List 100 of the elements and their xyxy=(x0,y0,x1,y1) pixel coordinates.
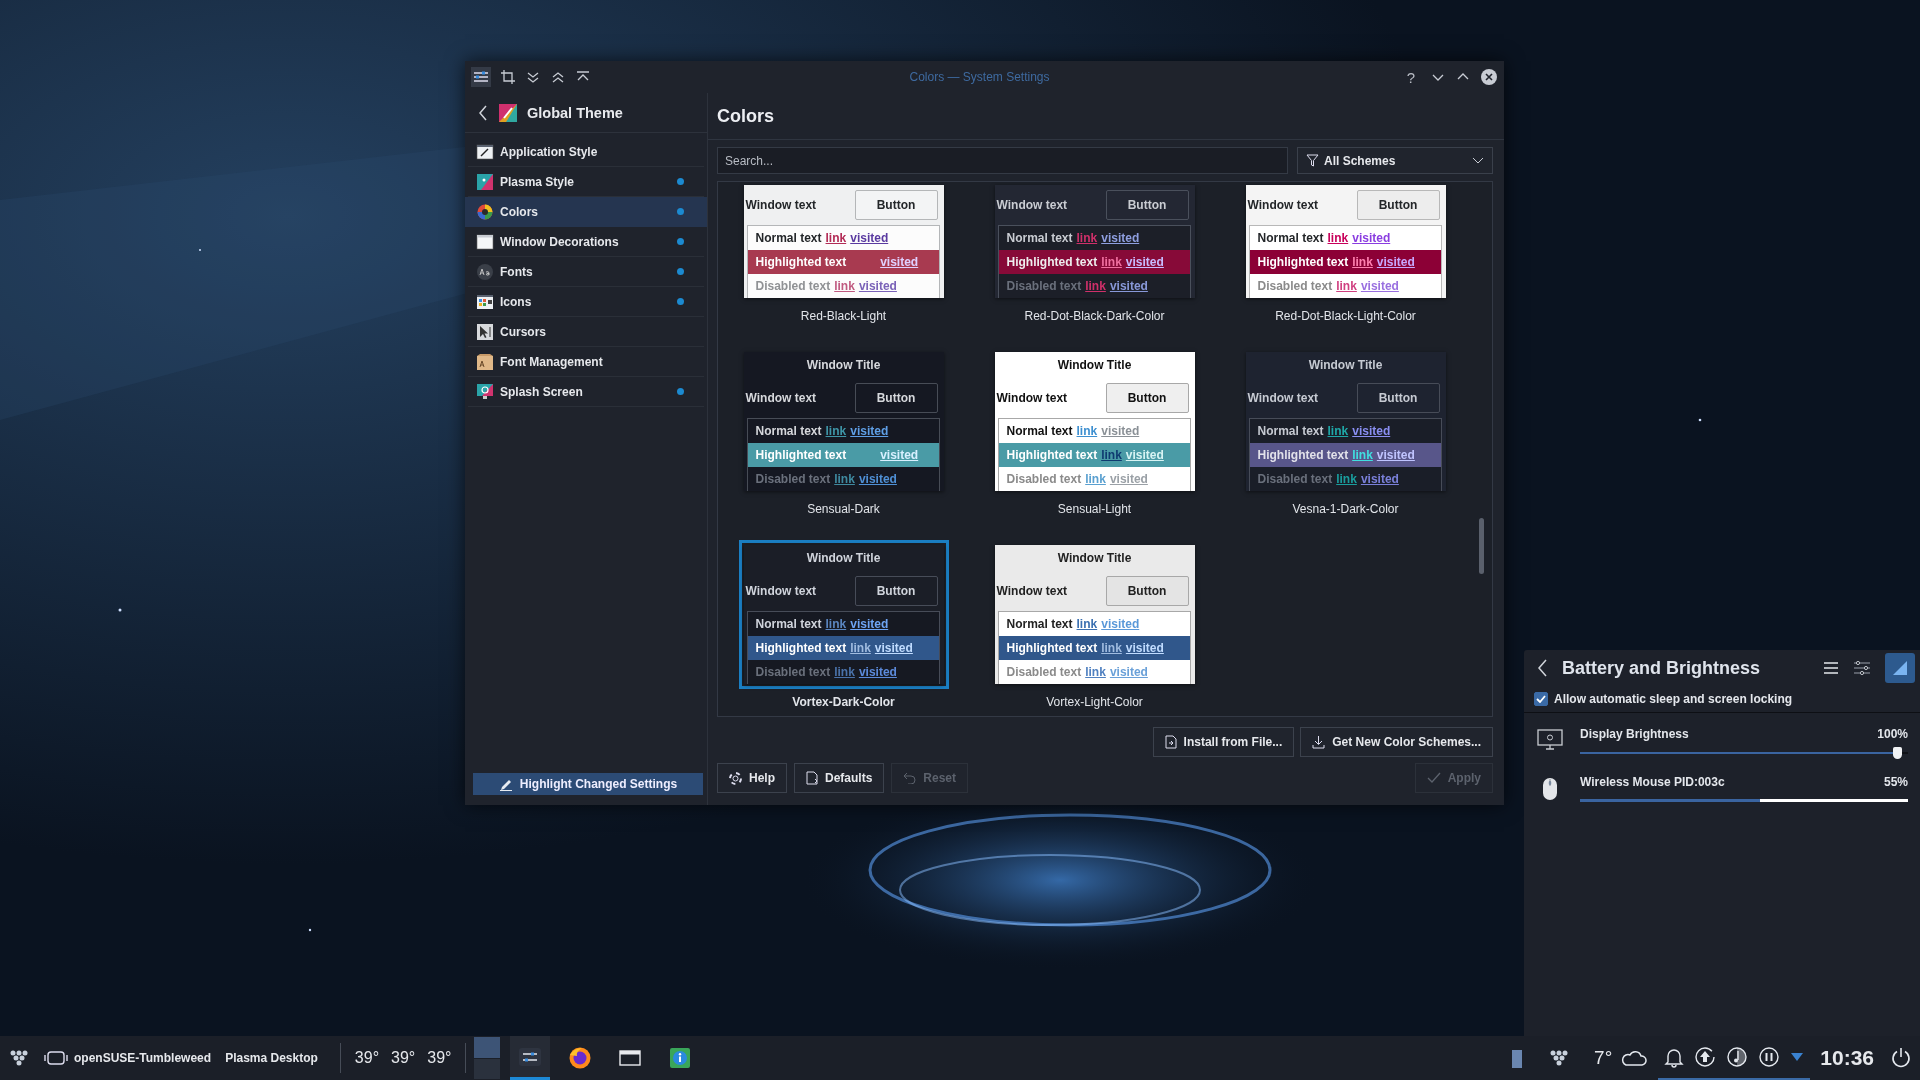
preview-link: link xyxy=(1352,255,1373,269)
defaults-button[interactable]: Defaults xyxy=(794,763,885,793)
crop-icon[interactable] xyxy=(500,69,516,85)
menu-icon[interactable] xyxy=(1823,661,1839,675)
preview-link: link xyxy=(1101,255,1122,269)
preview-disabled-text: Disabled text xyxy=(1257,279,1333,293)
help-button[interactable]: Help xyxy=(717,763,787,793)
preview-highlighted-text: Highlighted text xyxy=(1257,448,1349,462)
cloud-icon[interactable] xyxy=(1620,1048,1649,1068)
help-button[interactable]: ? xyxy=(1401,68,1421,86)
theme-icon xyxy=(498,102,518,123)
back-icon[interactable] xyxy=(477,103,489,122)
sidebar-item[interactable]: Cursors xyxy=(468,317,704,347)
bell-icon[interactable] xyxy=(1664,1046,1685,1068)
activity-label[interactable]: Plasma Desktop xyxy=(225,1051,318,1065)
task-button[interactable] xyxy=(510,1036,551,1080)
device-reading: 55% xyxy=(1883,775,1908,789)
host-label[interactable]: openSUSE-Tumbleweed xyxy=(74,1051,212,1065)
preview-visited-link: visited xyxy=(1125,641,1164,655)
preview-link: link xyxy=(1336,279,1357,293)
launcher-icon[interactable] xyxy=(8,1049,30,1067)
weather-temperature[interactable]: 7° xyxy=(1594,1047,1613,1069)
get-new-schemes-button[interactable]: Get New Color Schemes... xyxy=(1300,727,1493,757)
preview-visited-link: visited xyxy=(880,448,919,462)
preview-window-text: Window text xyxy=(745,584,817,598)
window-frame-icon[interactable] xyxy=(44,1050,68,1066)
preview-window-title: Window Title xyxy=(994,352,1195,378)
scheme-name: Red-Black-Light xyxy=(800,308,887,325)
scheme-name: Sensual-Dark xyxy=(807,501,880,518)
scheme-name: Vortex-Dark-Color xyxy=(792,694,895,711)
device-name: Wireless Mouse PID:003c xyxy=(1580,775,1725,789)
preview-visited-link: visited xyxy=(850,231,889,245)
preview-disabled-text: Disabled text xyxy=(1006,665,1082,679)
preview-visited-link: visited xyxy=(1101,617,1140,631)
checkmark-icon xyxy=(1536,695,1546,703)
preview-link: link xyxy=(1101,448,1122,462)
preview-visited-link: visited xyxy=(1125,255,1164,269)
pin-button[interactable] xyxy=(1885,653,1915,683)
category-icon xyxy=(476,142,494,161)
preview-normal-text: Normal text xyxy=(1006,424,1073,438)
preview-window-text: Window text xyxy=(745,391,817,405)
sidebar-header: Global Theme xyxy=(527,104,623,121)
highlight-changed-button[interactable]: Highlight Changed Settings xyxy=(473,773,703,795)
preview-link: link xyxy=(825,617,847,631)
preview-link: link xyxy=(1327,231,1349,245)
music-icon[interactable] xyxy=(1726,1046,1749,1068)
preview-button: Button xyxy=(1356,190,1440,220)
sidebar-item[interactable]: Colors xyxy=(465,197,707,227)
preview-normal-text: Normal text xyxy=(1006,231,1073,245)
preview-window-text: Window text xyxy=(996,584,1068,598)
preview-highlighted-text: Highlighted text xyxy=(755,448,847,462)
scheme-name: Vesna-1-Dark-Color xyxy=(1292,501,1399,518)
sidebar-item[interactable]: Window Decorations xyxy=(468,227,704,257)
close-icon[interactable] xyxy=(1480,68,1498,86)
clock[interactable]: 10:36 xyxy=(1820,1046,1874,1070)
download-icon xyxy=(1312,735,1326,749)
preview-visited-link: visited xyxy=(1360,472,1399,486)
preview-link: link xyxy=(834,665,855,679)
preview-visited-link: visited xyxy=(1376,448,1415,462)
sidebar-item[interactable]: Application Style xyxy=(468,137,704,167)
scrollbar[interactable] xyxy=(1479,518,1484,574)
temperature-reading: 39° xyxy=(391,1049,416,1067)
preview-disabled-text: Disabled text xyxy=(1006,472,1082,486)
mouse-icon xyxy=(1542,777,1558,801)
preview-window-text: Window text xyxy=(745,198,817,212)
preview-disabled-text: Disabled text xyxy=(755,472,831,486)
back-icon[interactable] xyxy=(1536,658,1548,678)
preview-highlighted-text: Highlighted text xyxy=(1006,641,1098,655)
preview-link: link xyxy=(834,279,855,293)
preview-button: Button xyxy=(854,576,938,606)
app-icon-button[interactable] xyxy=(471,67,491,87)
desktop-pager-cell[interactable] xyxy=(474,1037,501,1058)
window-title: Colors — System Settings xyxy=(909,70,1050,84)
preview-link: link xyxy=(834,472,855,486)
expand-arrow-icon[interactable] xyxy=(1790,1052,1805,1062)
sidebar-item[interactable]: Font Management xyxy=(468,347,704,377)
preview-window-text: Window text xyxy=(1247,391,1319,405)
sidebar-item[interactable]: Icons xyxy=(468,287,704,317)
pause-icon[interactable] xyxy=(1758,1046,1781,1068)
info-icon xyxy=(669,1047,692,1069)
sidebar-item[interactable]: Splash Screen xyxy=(468,377,704,407)
page-heading: Colors xyxy=(717,105,774,127)
panel-title: Battery and Brightness xyxy=(1562,657,1762,679)
search-field[interactable]: Search... xyxy=(717,147,1288,174)
preview-normal-text: Normal text xyxy=(755,231,822,245)
preview-normal-text: Normal text xyxy=(755,424,822,438)
checkbox[interactable] xyxy=(1534,692,1548,706)
desktop-pager-cell[interactable] xyxy=(474,1058,501,1079)
brightness-slider[interactable] xyxy=(1580,747,1908,759)
sliders-icon xyxy=(473,70,489,84)
update-icon[interactable] xyxy=(1694,1046,1717,1068)
color-scheme-preview[interactable]: Window Title Window text Button Normal text link visited Highlighted text link visited Disabled text link visited xyxy=(738,540,949,689)
power-icon[interactable] xyxy=(1890,1047,1912,1069)
settings-icon[interactable] xyxy=(1853,660,1871,676)
install-from-file-button[interactable]: Install from File... xyxy=(1152,727,1295,757)
scheme-filter-dropdown[interactable]: All Schemes xyxy=(1297,147,1493,174)
preview-link: link xyxy=(1085,472,1106,486)
preview-button: Button xyxy=(1356,383,1440,413)
sidebar-item[interactable]: Fonts xyxy=(468,257,704,287)
lifebuoy-icon xyxy=(729,771,742,785)
